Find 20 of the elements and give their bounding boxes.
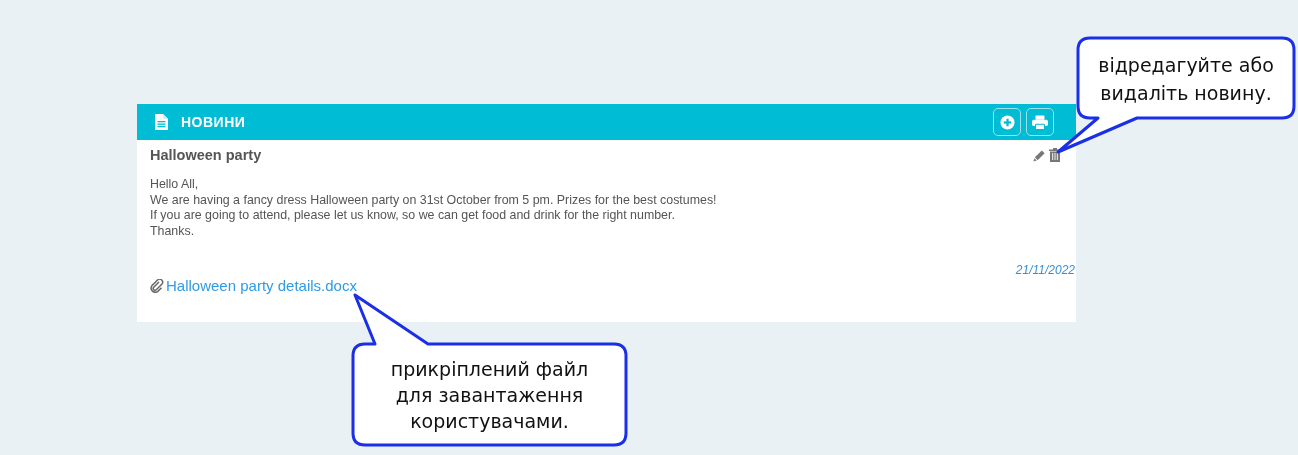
print-button[interactable] (1026, 108, 1054, 136)
callout-text: видаліть новину. (1100, 81, 1272, 106)
news-text: Hello All, (150, 177, 200, 193)
attachment-link[interactable]: Halloween party details.docx (166, 277, 357, 294)
callout-text: для завантаження (395, 383, 584, 408)
add-icon (999, 114, 1015, 130)
news-title: Halloween party (150, 147, 262, 163)
callout-text: відредагуйте або (1098, 53, 1274, 78)
news-date: 21/11/2022 (1015, 263, 1075, 277)
panel-title: НОВИНИ (181, 114, 246, 130)
printer-icon (1032, 114, 1048, 130)
news-text: Thanks. (150, 223, 196, 239)
news-text: If you are going to attend, please let us know, so we can get food and drink for the right number. (150, 208, 676, 224)
paperclip-icon (150, 278, 164, 293)
edit-icon[interactable] (1033, 148, 1046, 162)
news-text: We are having a fancy dress Halloween party on 31st October from 5 pm. Prizes for the best costumes! (150, 192, 718, 208)
document-icon (154, 114, 168, 130)
callout-text: прикріплений файл (390, 357, 589, 382)
callout-text: користувачами. (410, 409, 569, 434)
add-button[interactable] (993, 108, 1021, 136)
